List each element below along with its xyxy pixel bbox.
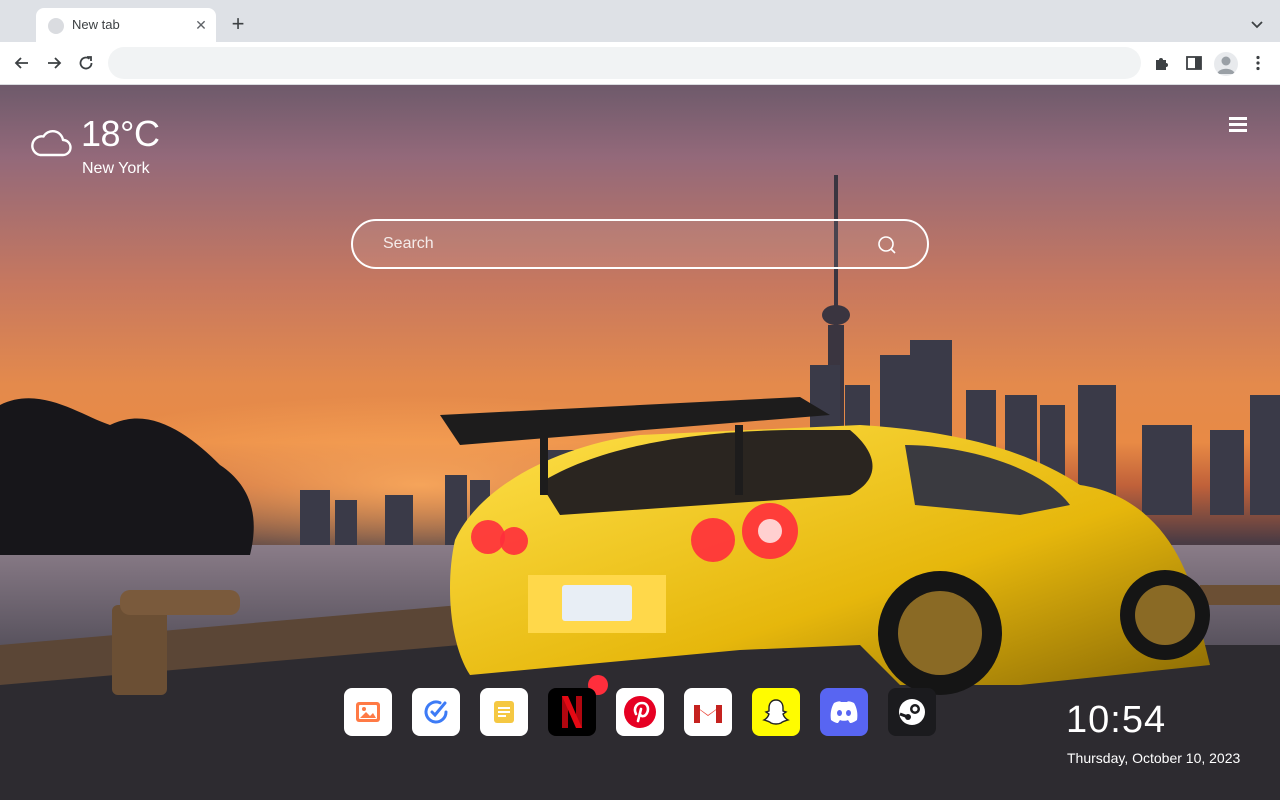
- cloud-icon: [31, 130, 72, 157]
- address-bar[interactable]: [108, 47, 1141, 79]
- discord-icon: [830, 701, 858, 723]
- profile-avatar[interactable]: [1214, 52, 1238, 76]
- image-icon: [356, 702, 380, 722]
- clock-time: 10:54: [1066, 699, 1167, 741]
- pinterest-icon: [624, 696, 656, 728]
- new-tab-page: 18°C New York Search 10:54 Thursday, Oct…: [0, 85, 1280, 800]
- app-netflix[interactable]: [548, 688, 596, 736]
- weather-temperature: 18°C: [81, 113, 160, 154]
- search-box[interactable]: [351, 219, 929, 269]
- tab-new-tab[interactable]: New tab ✕: [36, 8, 216, 42]
- app-gmail[interactable]: [684, 688, 732, 736]
- app-snapchat[interactable]: [752, 688, 800, 736]
- snapchat-icon: [762, 699, 790, 725]
- tab-title: New tab: [72, 17, 120, 32]
- app-shortcuts-dock: [344, 688, 944, 736]
- person-icon: [1217, 56, 1235, 74]
- browser-toolbar: [0, 42, 1280, 85]
- tab-favicon-icon: [48, 18, 64, 34]
- app-tasks[interactable]: [412, 688, 460, 736]
- side-panel-icon[interactable]: [1184, 53, 1204, 73]
- new-tab-button[interactable]: +: [228, 13, 248, 35]
- forward-arrow-icon[interactable]: [44, 53, 64, 73]
- check-circle-icon: [424, 700, 448, 724]
- app-gallery[interactable]: [344, 688, 392, 736]
- app-discord[interactable]: [820, 688, 868, 736]
- gmail-icon: [694, 705, 722, 723]
- more-vert-icon[interactable]: [1248, 53, 1268, 73]
- search-icon[interactable]: [877, 235, 897, 255]
- steam-icon: [899, 699, 925, 725]
- app-notes[interactable]: [480, 688, 528, 736]
- netflix-icon: [562, 696, 582, 728]
- tab-strip: New tab ✕ +: [0, 0, 1280, 42]
- search-input[interactable]: [353, 221, 853, 267]
- hamburger-menu-icon[interactable]: [1229, 117, 1249, 133]
- weather-city: New York: [82, 160, 150, 177]
- clock-date: Thursday, October 10, 2023: [1067, 750, 1241, 766]
- note-icon: [494, 701, 514, 723]
- app-pinterest[interactable]: [616, 688, 664, 736]
- extensions-puzzle-icon[interactable]: [1152, 53, 1172, 73]
- back-arrow-icon[interactable]: [12, 53, 32, 73]
- reload-icon[interactable]: [76, 53, 96, 73]
- address-input[interactable]: [108, 47, 1141, 79]
- tab-search-chevron-icon[interactable]: [1248, 15, 1266, 33]
- app-steam[interactable]: [888, 688, 936, 736]
- tab-close-button[interactable]: ✕: [193, 17, 209, 33]
